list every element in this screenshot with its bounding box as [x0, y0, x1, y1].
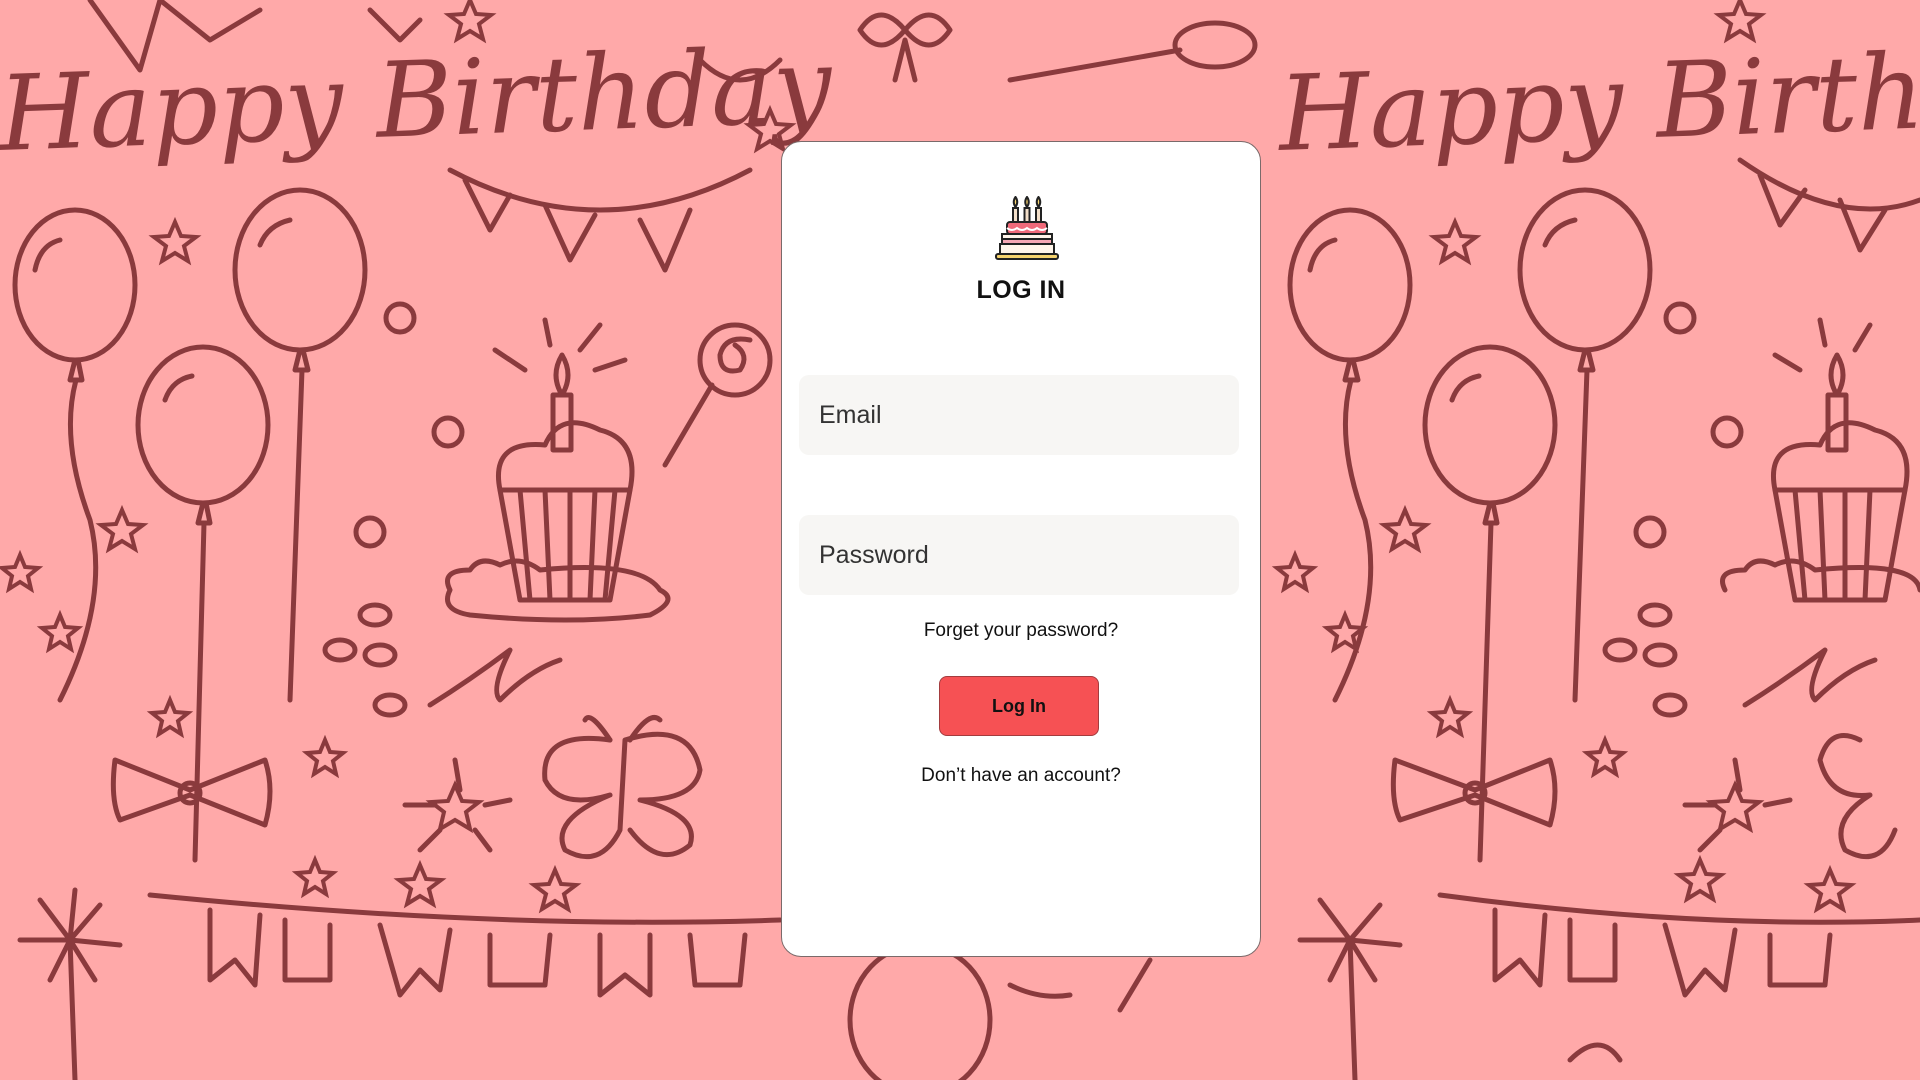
email-field[interactable]: [799, 375, 1239, 455]
login-button[interactable]: Log In: [939, 676, 1099, 736]
forgot-password-link[interactable]: Forget your password?: [782, 620, 1260, 642]
signup-link[interactable]: Don’t have an account?: [782, 765, 1260, 787]
page-title: LOG IN: [976, 276, 1066, 304]
login-card: LOG IN Forget your password? Log In Don’…: [781, 141, 1261, 957]
birthday-cake-icon: [994, 195, 1060, 262]
happy-birthday-text-right: Happy Birthday: [1275, 24, 1920, 175]
password-field[interactable]: [799, 515, 1239, 595]
